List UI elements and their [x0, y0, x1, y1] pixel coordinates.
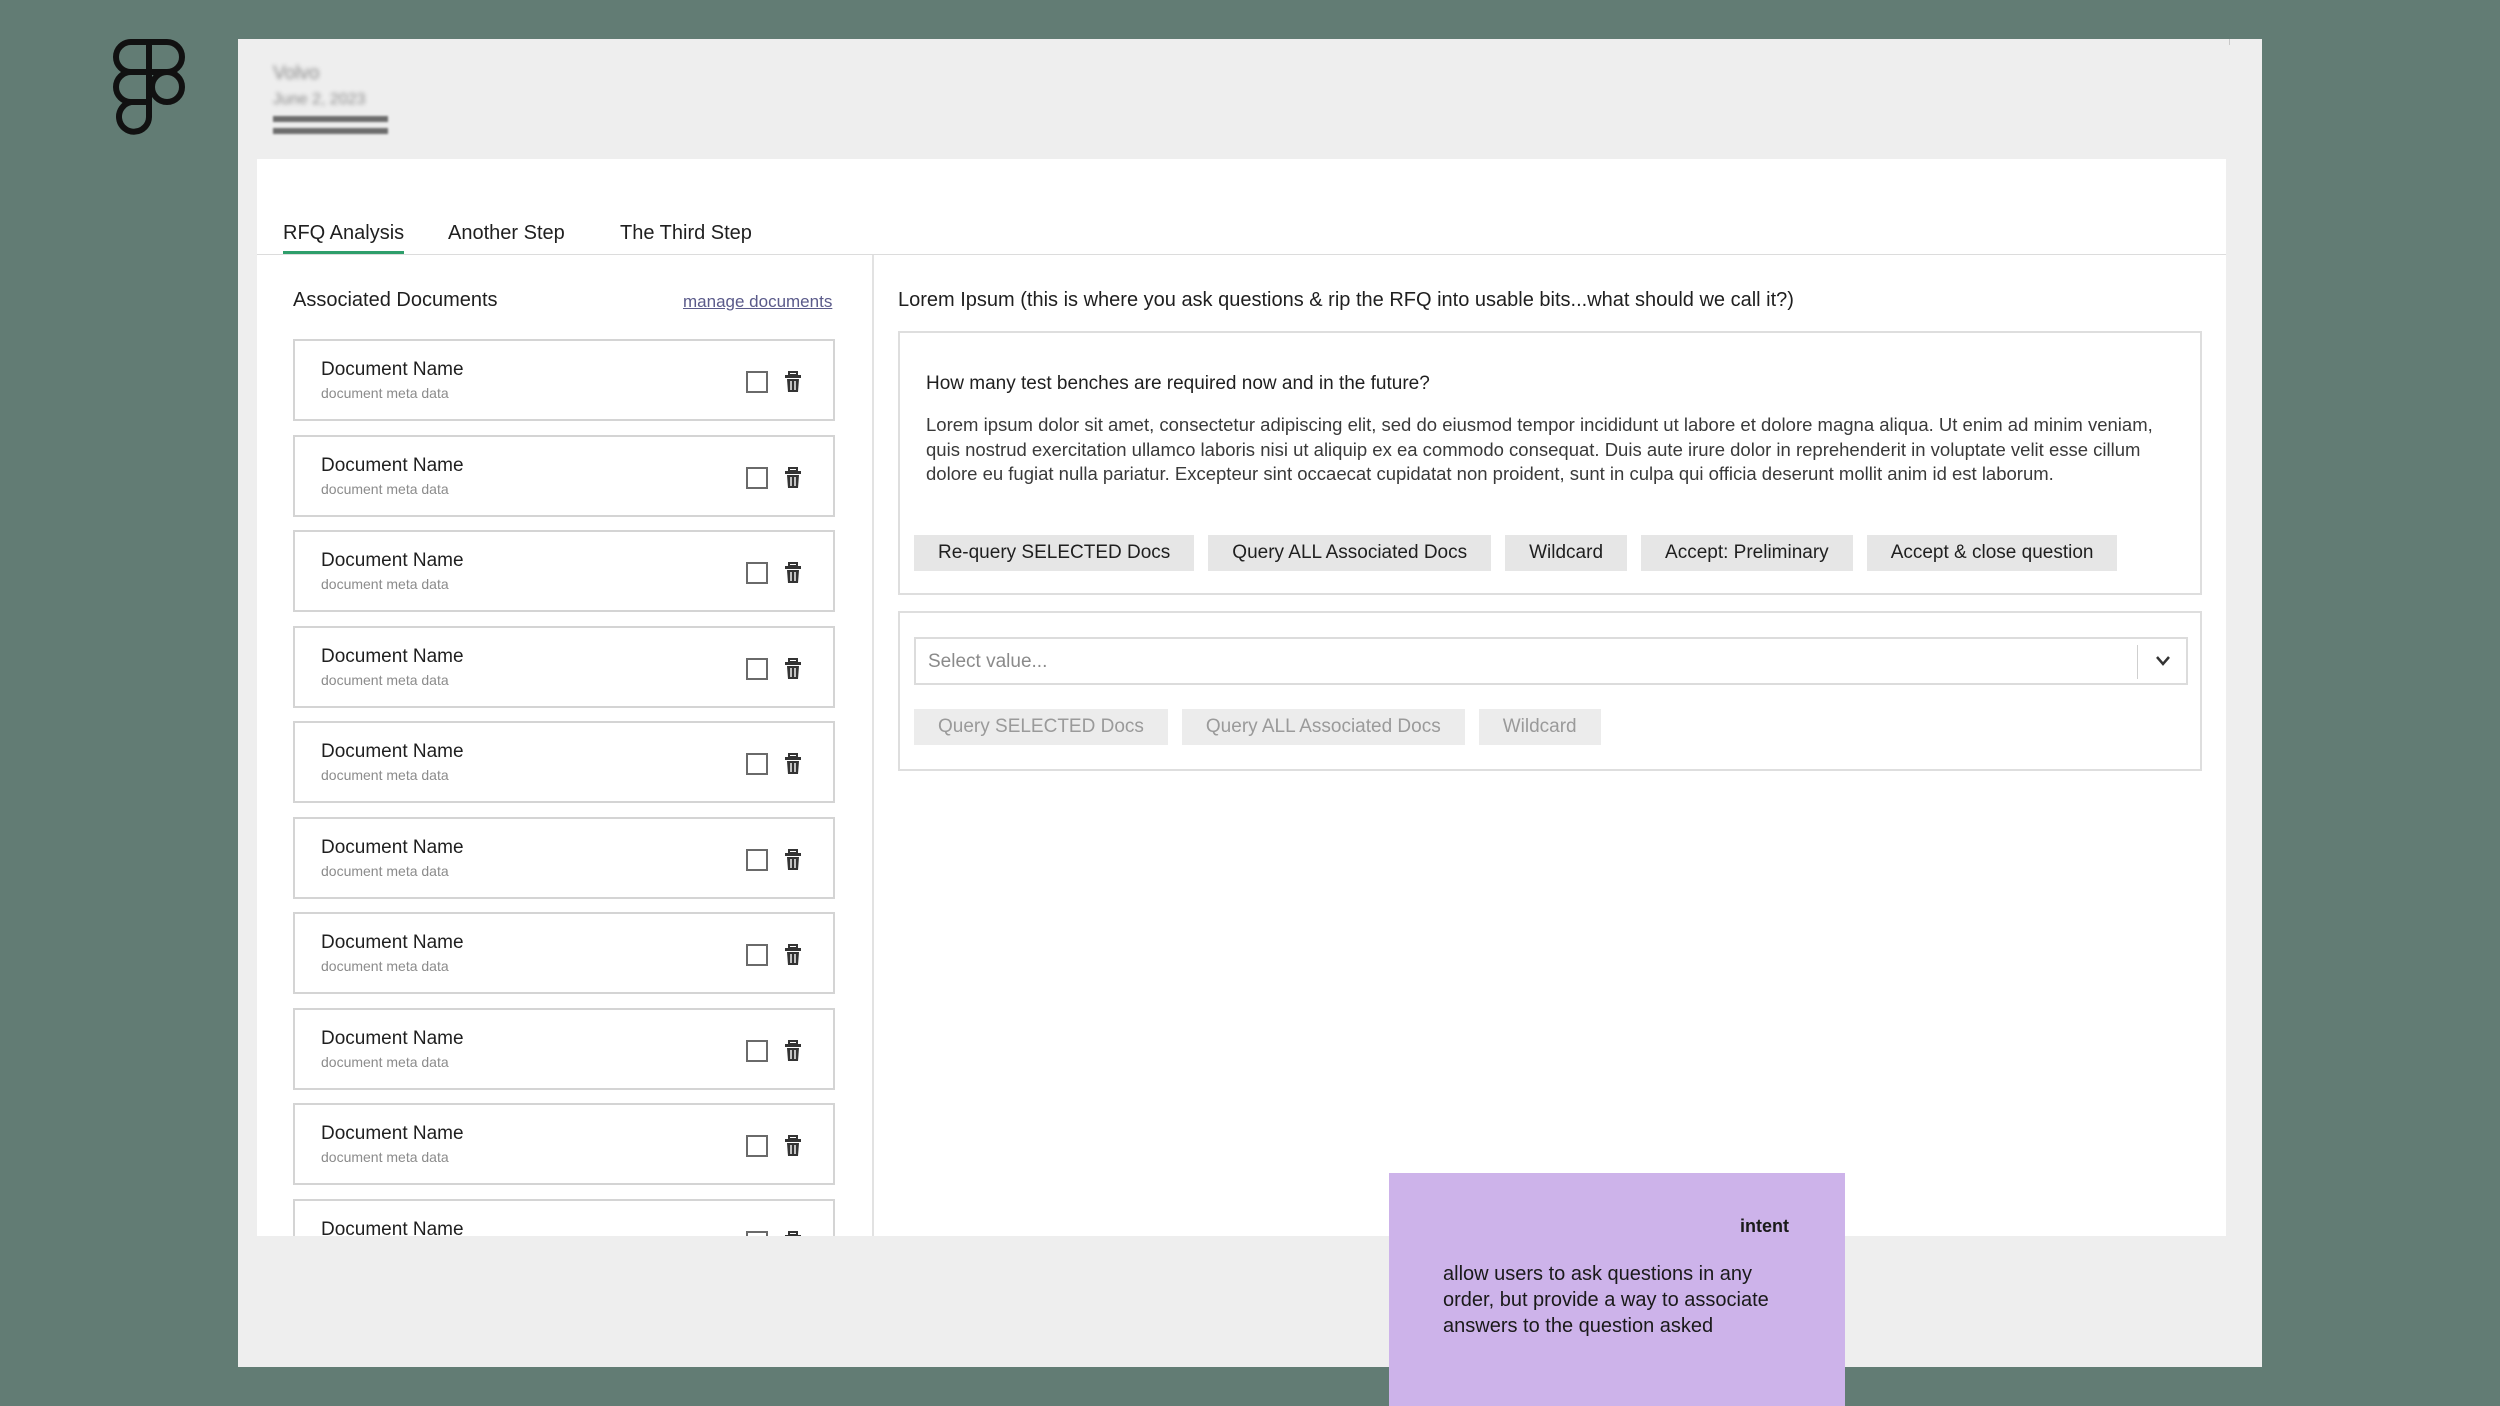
accept-preliminary-button[interactable]: Accept: Preliminary [1641, 535, 1853, 571]
document-meta: document meta data [321, 862, 449, 879]
requery-selected-button[interactable]: Re-query SELECTED Docs [914, 535, 1195, 571]
document-card[interactable]: Document Name document meta data [293, 339, 835, 421]
document-meta: document meta data [321, 480, 449, 497]
trash-icon[interactable] [784, 753, 802, 775]
accept-close-button[interactable]: Accept & close question [1866, 535, 2118, 571]
document-name: Document Name [321, 359, 464, 380]
new-query-actions: Query SELECTED Docs Query ALL Associated… [914, 709, 1601, 745]
document-name: Document Name [321, 932, 464, 953]
checkbox-icon[interactable] [746, 1039, 768, 1062]
new-query-card: Select value... Query SELECTED Docs Quer… [898, 611, 2202, 771]
query-all-button[interactable]: Query ALL Associated Docs [1208, 535, 1492, 571]
document-meta: document meta data [321, 576, 449, 592]
document-name: Document Name [321, 1218, 464, 1237]
wildcard-button[interactable]: Wildcard [1505, 535, 1628, 571]
document-name: Document Name [321, 550, 464, 571]
document-name: Document Name [321, 454, 464, 476]
header-date: June 2, 2023 [273, 91, 366, 108]
chevron-down-icon[interactable] [2152, 651, 2174, 671]
document-card[interactable]: Document Name document meta data [293, 912, 835, 994]
trash-icon[interactable] [784, 657, 802, 680]
trash-icon[interactable] [784, 371, 802, 393]
question-text: How many test benches are required now a… [926, 373, 1430, 394]
manage-documents-link[interactable]: manage documents [683, 292, 832, 312]
document-name: Document Name [321, 836, 464, 858]
document-card[interactable]: Document Name document meta data [293, 1103, 835, 1185]
document-card[interactable]: Document Name document meta data [293, 721, 835, 803]
documents-panel: Associated Documents manage documents Do… [257, 255, 874, 1236]
answer-text: Lorem ipsum dolor sit amet, consectetur … [926, 414, 2153, 484]
select-divider [2137, 645, 2138, 679]
checkbox-icon[interactable] [746, 944, 768, 966]
question-panel: Lorem Ipsum (this is where you ask quest… [872, 255, 2226, 1236]
trash-icon[interactable] [784, 944, 802, 966]
trash-icon[interactable] [784, 562, 802, 584]
figma-logo-icon [113, 39, 185, 135]
document-meta: document meta data [321, 1149, 449, 1165]
company-name: Volvo [273, 63, 320, 84]
content-area: Associated Documents manage documents Do… [257, 255, 2226, 1236]
question-actions: Re-query SELECTED Docs Query ALL Associa… [914, 535, 2118, 571]
checkbox-icon[interactable] [746, 753, 768, 775]
document-card[interactable]: Document Name document meta data [293, 816, 835, 899]
checkbox-icon[interactable] [746, 657, 768, 680]
corner-mark [2229, 39, 2240, 45]
document-meta: document meta data [321, 767, 449, 783]
document-name: Document Name [321, 1027, 464, 1049]
document-meta: document meta data [321, 671, 449, 688]
checkbox-icon[interactable] [746, 371, 768, 393]
step-tabs: RFQ Analysis Another Step The Third Step [257, 159, 2226, 255]
query-all-button[interactable]: Query ALL Associated Docs [1181, 709, 1465, 745]
sticky-note-title: intent [1740, 1216, 1789, 1236]
document-meta: document meta data [321, 1053, 449, 1070]
document-name: Document Name [321, 1123, 464, 1144]
select-placeholder: Select value... [928, 651, 1048, 672]
checkbox-icon[interactable] [746, 466, 768, 489]
document-name: Document Name [321, 645, 464, 667]
document-card[interactable]: Document Name document meta data [293, 625, 835, 708]
wildcard-button[interactable]: Wildcard [1478, 709, 1601, 745]
trash-icon[interactable] [784, 848, 802, 871]
tab-third-step[interactable]: The Third Step [620, 222, 752, 245]
document-meta: document meta data [321, 958, 449, 974]
tab-rfq-analysis[interactable]: RFQ Analysis [283, 222, 405, 254]
checkbox-icon[interactable] [746, 562, 768, 584]
document-name: Document Name [321, 741, 464, 762]
documents-panel-title: Associated Documents [293, 289, 498, 311]
question-select[interactable]: Select value... [914, 637, 2188, 685]
app-frame: Volvo June 2, 2023 RFQ Analysis Another … [238, 39, 2262, 1367]
trash-icon[interactable] [784, 1135, 802, 1157]
checkbox-icon[interactable] [746, 1135, 768, 1157]
trash-icon[interactable] [784, 1039, 802, 1062]
header-placeholder-bar [273, 116, 388, 122]
document-card[interactable]: Document Namedocument meta data [293, 1198, 835, 1237]
question-panel-heading: Lorem Ipsum (this is where you ask quest… [898, 289, 1794, 311]
checkbox-icon[interactable] [746, 848, 768, 871]
query-selected-button[interactable]: Query SELECTED Docs [914, 709, 1168, 745]
document-meta: document meta data [321, 385, 449, 401]
header-placeholder-bar [273, 128, 388, 134]
trash-icon[interactable] [784, 466, 802, 489]
question-card: How many test benches are required now a… [898, 331, 2202, 595]
tab-another-step[interactable]: Another Step [448, 222, 565, 245]
document-card[interactable]: Document Name document meta data [293, 434, 835, 517]
sticky-note-body: allow users to ask questions in any orde… [1443, 1263, 1769, 1337]
frame-footer [238, 1236, 2262, 1367]
document-card[interactable]: Document Name document meta data [293, 530, 835, 612]
sticky-note: intent allow users to ask questions in a… [1389, 1173, 1845, 1406]
document-card[interactable]: Document Name document meta data [293, 1007, 835, 1090]
page-header: Volvo June 2, 2023 [238, 39, 2262, 159]
